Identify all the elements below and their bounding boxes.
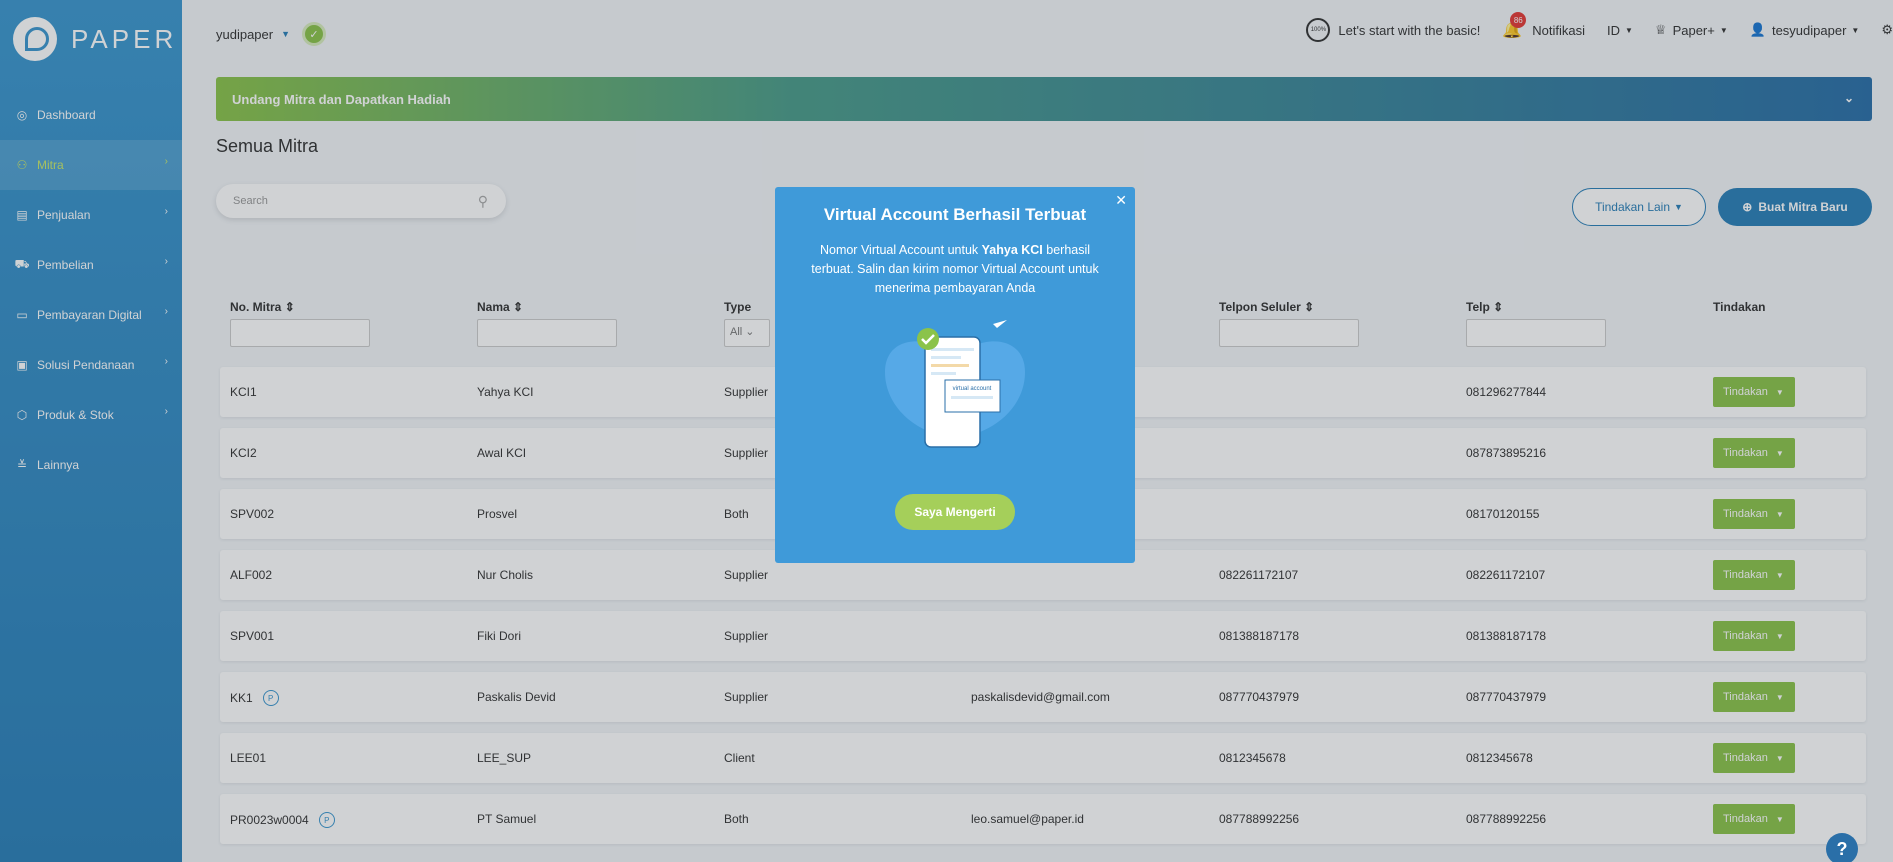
modal-message: Nomor Virtual Account untuk Yahya KCI be… — [805, 241, 1105, 298]
modal-message-pre: Nomor Virtual Account untuk — [819, 243, 982, 257]
virtual-account-illustration-icon: virtual account — [865, 312, 1045, 452]
help-icon[interactable]: ? — [1826, 833, 1858, 862]
acknowledge-button[interactable]: Saya Mengerti — [895, 494, 1015, 530]
close-icon[interactable]: ✕ — [1115, 192, 1127, 209]
illus-label: virtual account — [953, 386, 992, 392]
modal-title: Virtual Account Berhasil Terbuat — [823, 205, 1087, 224]
modal-partner-name: Yahya KCI — [981, 243, 1043, 257]
virtual-account-modal: ✕ Virtual Account Berhasil Terbuat Nomor… — [775, 187, 1135, 563]
